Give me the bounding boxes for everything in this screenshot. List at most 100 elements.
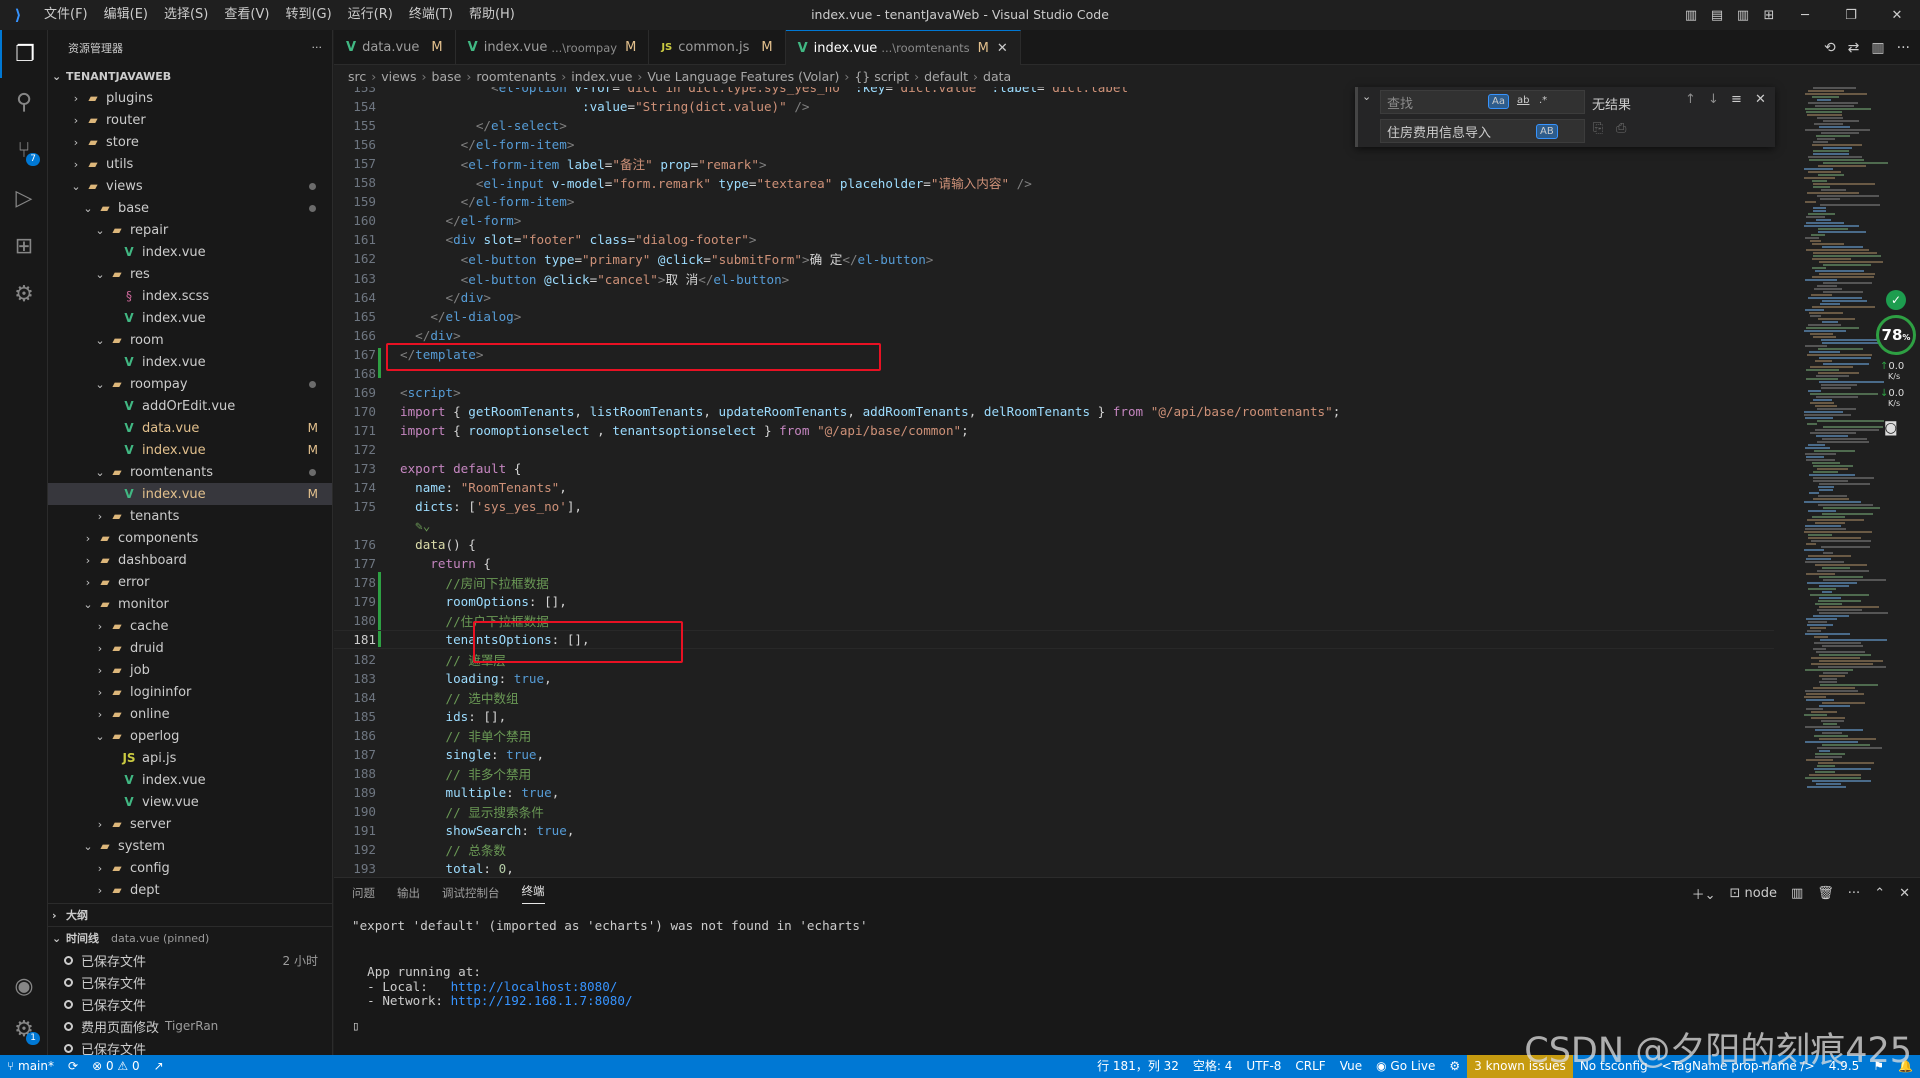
terminal-link[interactable]: http://localhost:8080/ — [451, 979, 618, 994]
copilot-icon[interactable]: ⚙ — [1442, 1055, 1467, 1078]
breadcrumb-item[interactable]: base — [432, 69, 462, 84]
toggle-replace-icon[interactable]: ⌄ — [1362, 90, 1371, 103]
manage-gear-icon[interactable]: ⚙ 1 — [0, 1005, 48, 1053]
menu-item[interactable]: 终端(T) — [401, 0, 461, 30]
code-line[interactable]: 173 export default { — [334, 459, 1774, 478]
folder-item[interactable]: › ▰ store — [48, 131, 332, 153]
close-panel-icon[interactable]: ✕ — [1899, 886, 1910, 901]
timeline-entry[interactable]: 已保存文件 2 小时 — [48, 949, 332, 971]
code-line[interactable]: 189 multiple: true, — [334, 783, 1774, 802]
folder-item[interactable]: › ▰ components — [48, 527, 332, 549]
code-line[interactable]: 177 return { — [334, 554, 1774, 573]
file-item[interactable]: Vindex.vue M — [48, 439, 332, 461]
code-line[interactable]: 157 <el-form-item label="备注" prop="remar… — [334, 154, 1774, 173]
match-case-toggle[interactable]: Aa — [1488, 94, 1509, 109]
folder-item[interactable]: › ▰ router — [48, 109, 332, 131]
editor-tab[interactable]: Vindex.vue ...\roompay M — [456, 30, 650, 65]
file-item[interactable]: JS api.js — [48, 747, 332, 769]
code-line[interactable]: 190 // 显示搜索条件 — [334, 802, 1774, 821]
camera-icon[interactable]: ◙ — [1884, 420, 1898, 436]
folder-item[interactable]: › ▰ online — [48, 703, 332, 725]
toggle-secondary-sidebar-icon[interactable]: ▥ — [1730, 8, 1756, 23]
extensions-icon[interactable]: ⊞ — [0, 222, 48, 270]
folder-item[interactable]: ⌄ ▰ roompay — [48, 373, 332, 395]
file-item[interactable]: Vindex.vue M — [48, 483, 332, 505]
explorer-icon[interactable]: ❐ — [0, 30, 48, 78]
panel-tab[interactable]: 问题 — [352, 885, 375, 901]
terminal-link[interactable]: http://192.168.1.7:8080/ — [451, 993, 633, 1008]
folder-item[interactable]: › ▰ config — [48, 857, 332, 879]
folder-item[interactable]: › ▰ druid — [48, 637, 332, 659]
code-line[interactable]: 165 </el-dialog> — [334, 307, 1774, 326]
remote-explorer-icon[interactable]: ⚙ — [0, 270, 48, 318]
code-line[interactable]: 162 <el-button type="primary" @click="su… — [334, 249, 1774, 268]
more-actions-icon[interactable]: ··· — [312, 41, 323, 54]
breadcrumb-item[interactable]: Vue Language Features (Volar) — [647, 69, 839, 84]
folder-item[interactable]: ⌄ ▰ room — [48, 329, 332, 351]
code-line[interactable]: 176 data() { — [334, 535, 1774, 554]
folder-item[interactable]: ⌄ ▰ views — [48, 175, 332, 197]
code-line[interactable]: 163 <el-button @click="cancel">取 消</el-b… — [334, 269, 1774, 288]
breadcrumb-item[interactable]: {} script — [854, 69, 909, 84]
menu-item[interactable]: 编辑(E) — [96, 0, 156, 30]
close-find-icon[interactable]: ✕ — [1755, 92, 1766, 107]
code-line[interactable]: 158 <el-input v-model="form.remark" type… — [334, 173, 1774, 192]
editor-tab[interactable]: JS common.js M — [649, 30, 786, 65]
file-item[interactable]: VaddOrEdit.vue — [48, 395, 332, 417]
timeline-history-icon[interactable]: ⟲ — [1824, 40, 1836, 56]
branch-status[interactable]: ⑂ main* — [0, 1055, 61, 1078]
file-item[interactable]: Vindex.vue — [48, 241, 332, 263]
previous-match-icon[interactable]: ↑ — [1685, 92, 1696, 107]
code-line[interactable]: 170 import { getRoomTenants, listRoomTena… — [334, 402, 1774, 421]
panel-tab[interactable]: 终端 — [521, 883, 545, 904]
folder-item[interactable]: ⌄ ▰ operlog — [48, 725, 332, 747]
customize-layout-icon[interactable]: ⊞ — [1756, 8, 1782, 23]
code-line[interactable]: 171 import { roomoptionselect , tenantsop… — [334, 421, 1774, 440]
find-input[interactable]: 查找 — [1380, 90, 1585, 114]
folder-item[interactable]: › ▰ tenants — [48, 505, 332, 527]
use-regex-toggle[interactable]: .* — [1536, 94, 1550, 107]
cursor-position[interactable]: 行 181，列 32 — [1090, 1055, 1186, 1078]
file-item[interactable]: § index.scss — [48, 285, 332, 307]
file-item[interactable]: Vindex.vue — [48, 769, 332, 791]
code-line[interactable]: 187 single: true, — [334, 745, 1774, 764]
breadcrumb-item[interactable]: src — [348, 69, 366, 84]
code-line[interactable]: 172 — [334, 440, 1774, 459]
breadcrumb-item[interactable]: default — [924, 69, 968, 84]
menu-item[interactable]: 帮助(H) — [461, 0, 523, 30]
maximize-panel-icon[interactable]: ⌃ — [1874, 886, 1885, 901]
kill-terminal-icon[interactable]: 🗑 — [1817, 886, 1834, 901]
menu-item[interactable]: 文件(F) — [36, 0, 96, 30]
file-item[interactable]: Vview.vue — [48, 791, 332, 813]
code-line[interactable]: 175 dicts: ['sys_yes_no'], — [334, 497, 1774, 516]
run-debug-icon[interactable]: ▷ — [0, 174, 48, 222]
match-whole-word-toggle[interactable]: ab — [1514, 94, 1532, 107]
folder-item[interactable]: ⌄ ▰ base — [48, 197, 332, 219]
code-line[interactable]: 188 // 非多个禁用 — [334, 764, 1774, 783]
code-editor[interactable]: 153 <el-option v-for="dict in dict.type.… — [334, 87, 1920, 877]
sync-icon[interactable]: ⟳ — [61, 1055, 85, 1078]
compare-changes-icon[interactable]: ⇄ — [1848, 40, 1860, 56]
code-line[interactable]: 164 </div> — [334, 288, 1774, 307]
minimap[interactable] — [1800, 87, 1900, 877]
restore-button[interactable]: ❐ — [1828, 8, 1874, 23]
encoding-status[interactable]: UTF-8 — [1239, 1055, 1288, 1078]
folder-item[interactable]: › ▰ job — [48, 659, 332, 681]
source-control-icon[interactable]: ⑂ 7 — [0, 126, 48, 174]
minimize-button[interactable]: ─ — [1782, 8, 1828, 23]
eol-status[interactable]: CRLF — [1288, 1055, 1332, 1078]
problems-status[interactable]: ⊗ 0 ⚠ 0 — [85, 1055, 147, 1078]
folder-item[interactable]: › ▰ error — [48, 571, 332, 593]
timeline-header[interactable]: ⌄ 时间线 data.vue (pinned) — [48, 927, 332, 949]
code-line[interactable]: 184 // 选中数组 — [334, 688, 1774, 707]
folder-item[interactable]: ⌄ ▰ res — [48, 263, 332, 285]
preserve-case-toggle[interactable]: AB — [1536, 124, 1558, 139]
breadcrumb-item[interactable]: roomtenants — [476, 69, 556, 84]
folder-item[interactable]: › ▰ dashboard — [48, 549, 332, 571]
panel-tab[interactable]: 输出 — [397, 885, 420, 901]
close-tab-icon[interactable]: ✕ — [997, 41, 1008, 56]
timeline-entry[interactable]: 已保存文件 — [48, 993, 332, 1015]
terminal-prompt-cursor[interactable]: ▯ — [352, 1018, 360, 1033]
code-line[interactable]: 185 ids: [], — [334, 707, 1774, 726]
folder-item[interactable]: › ▰ server — [48, 813, 332, 835]
